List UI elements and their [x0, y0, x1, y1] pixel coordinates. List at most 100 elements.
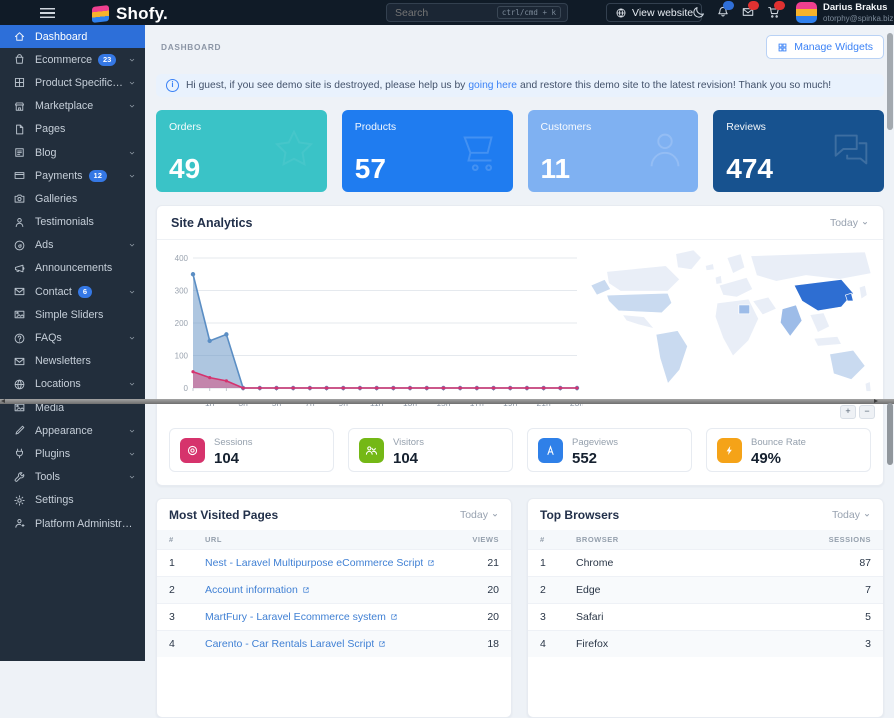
sidebar-item-pages[interactable]: Pages: [0, 118, 145, 141]
sidebar-item-label: Platform Administration: [35, 518, 136, 530]
browser-name: Chrome: [576, 557, 613, 569]
sidebar-item-simple-sliders[interactable]: Simple Sliders: [0, 303, 145, 326]
chevron-down-icon: [128, 241, 136, 249]
sidebar-item-ecommerce[interactable]: Ecommerce23: [0, 48, 145, 71]
brand-logo[interactable]: Shofy.: [92, 4, 168, 24]
manage-widgets-button[interactable]: Manage Widgets: [766, 35, 884, 59]
sidebar-item-contact[interactable]: Contact6: [0, 280, 145, 303]
notification-badge: [723, 1, 734, 10]
horizontal-scrollbar[interactable]: [0, 399, 894, 404]
chevron-down-icon: [128, 149, 136, 157]
sidebar-badge: 12: [89, 170, 107, 182]
metric-value: 49%: [751, 450, 781, 467]
table-range-dropdown[interactable]: Today: [832, 509, 871, 521]
page-link[interactable]: Nest - Laravel Multipurpose eCommerce Sc…: [205, 557, 423, 569]
vertical-scrollbar-thumb[interactable]: [887, 33, 893, 130]
sidebar-item-ads[interactable]: Ads: [0, 234, 145, 257]
sidebar-item-plugins[interactable]: Plugins: [0, 442, 145, 465]
gear-icon: [13, 494, 26, 507]
eye-icon: [186, 444, 199, 457]
people-icon: [365, 444, 378, 457]
sidebar-item-faqs[interactable]: FAQs: [0, 326, 145, 349]
alert-link[interactable]: going here: [468, 80, 517, 91]
sidebar-item-testimonials[interactable]: Testimonials: [0, 211, 145, 234]
letter-a-icon: [544, 444, 557, 457]
search-shortcut: ctrl/cmd + k: [497, 6, 561, 19]
row-number: 2: [540, 584, 576, 596]
sidebar-item-dashboard[interactable]: Dashboard: [0, 25, 145, 48]
messages-button[interactable]: [741, 5, 756, 20]
brand-name: Shofy.: [116, 4, 168, 24]
page-link[interactable]: Carento - Car Rentals Laravel Script: [205, 638, 374, 650]
sidebar-item-announcements[interactable]: Announcements: [0, 257, 145, 280]
range-label: Today: [460, 509, 488, 521]
user-avatar[interactable]: [796, 2, 817, 23]
search-input[interactable]: [393, 6, 497, 20]
world-map: [581, 244, 877, 416]
row-number: 4: [169, 638, 205, 650]
slider-image-icon: [13, 308, 26, 321]
brush-icon: [13, 424, 26, 437]
page-icon: [13, 123, 26, 136]
external-link-icon: [427, 559, 435, 567]
sidebar-item-label: Simple Sliders: [35, 309, 103, 321]
notifications-button[interactable]: [716, 5, 731, 20]
user-name: Darius Brakus: [823, 2, 887, 13]
scroll-left-arrow-icon: [1, 399, 5, 403]
dark-mode-toggle[interactable]: [692, 5, 707, 20]
range-label: Today: [832, 509, 860, 521]
sidebar-item-tools[interactable]: Tools: [0, 466, 145, 489]
sidebar-item-marketplace[interactable]: Marketplace: [0, 95, 145, 118]
range-label: Today: [830, 217, 858, 229]
sidebar-item-label: Ecommerce: [35, 54, 92, 66]
map-zoom-controls: + −: [840, 405, 875, 419]
sidebar-item-platform-administration[interactable]: Platform Administration: [0, 512, 145, 535]
metric-value: 104: [393, 450, 418, 467]
sidebar-item-newsletters[interactable]: Newsletters: [0, 350, 145, 373]
sidebar-item-appearance[interactable]: Appearance: [0, 419, 145, 442]
sidebar-item-label: Pages: [35, 123, 65, 135]
info-icon: i: [166, 79, 179, 92]
sidebar-item-blog[interactable]: Blog: [0, 141, 145, 164]
map-zoom-in-button[interactable]: +: [840, 405, 856, 419]
browser-name: Safari: [576, 611, 603, 623]
vertical-scrollbar-thumb[interactable]: [887, 403, 893, 465]
most-visited-pages-card: Most Visited Pages Today # URL VIEWS 1Ne…: [156, 498, 512, 718]
shopping-bag-icon: [13, 53, 26, 66]
chevron-down-icon: [128, 427, 136, 435]
table-title: Top Browsers: [540, 508, 619, 522]
page-link[interactable]: Account information: [205, 584, 298, 596]
stat-value: 474: [726, 153, 773, 185]
sidebar-item-payments[interactable]: Payments12: [0, 164, 145, 187]
chevron-down-icon: [128, 102, 136, 110]
browser-name: Firefox: [576, 638, 608, 650]
user-email: otorphy@spinka.biz: [823, 14, 893, 23]
table-row: 4Firefox3: [528, 630, 883, 657]
metric-label: Visitors: [393, 437, 424, 448]
table-range-dropdown[interactable]: Today: [460, 509, 499, 521]
question-circle-icon: [13, 332, 26, 345]
sidebar-item-galleries[interactable]: Galleries: [0, 187, 145, 210]
view-website-button[interactable]: View website: [606, 3, 702, 22]
sidebar-item-product-specification[interactable]: Product Specification: [0, 71, 145, 94]
row-value: 18: [487, 638, 499, 650]
sidebar-item-locations[interactable]: Locations: [0, 373, 145, 396]
hamburger-menu-icon[interactable]: [40, 8, 55, 18]
blog-icon: [13, 146, 26, 159]
metric-visitors: Visitors 104: [348, 428, 513, 472]
table-row: 1Nest - Laravel Multipurpose eCommerce S…: [157, 549, 511, 576]
table-row: 3MartFury - Laravel Ecommerce system20: [157, 603, 511, 630]
table-title: Most Visited Pages: [169, 508, 278, 522]
row-number: 2: [169, 584, 205, 596]
shofy-logo-icon: [92, 5, 109, 23]
page-link[interactable]: MartFury - Laravel Ecommerce system: [205, 611, 386, 623]
table-row: 3Safari5: [528, 603, 883, 630]
table-body: 1Chrome872Edge73Safari54Firefox3: [528, 549, 883, 657]
sidebar-item-label: Blog: [35, 147, 56, 159]
cart-button[interactable]: [767, 5, 782, 20]
spec-grid-icon: [13, 76, 26, 89]
sidebar-item-settings[interactable]: Settings: [0, 489, 145, 512]
analytics-range-dropdown[interactable]: Today: [830, 217, 869, 229]
chat-icon: [828, 126, 874, 172]
map-zoom-out-button[interactable]: −: [859, 405, 875, 419]
